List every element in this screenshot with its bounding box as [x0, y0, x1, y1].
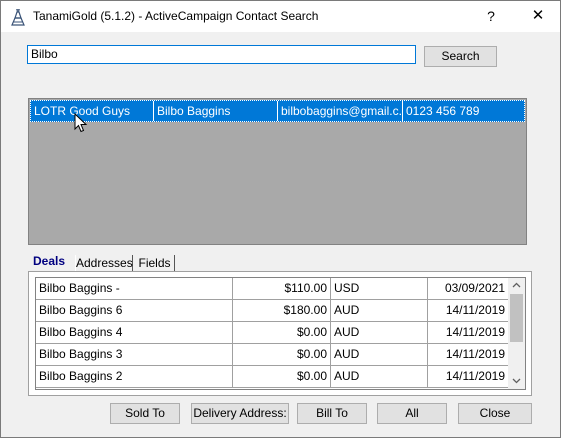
table-row[interactable]: Bilbo Baggins 2 $0.00 AUD 14/11/2019	[36, 366, 508, 388]
close-button[interactable]: Close	[458, 403, 532, 424]
tower-icon	[11, 9, 25, 26]
deal-currency-cell: AUD	[331, 322, 428, 343]
results-list[interactable]: LOTR Good Guys Bilbo Baggins bilbobaggin…	[28, 98, 527, 245]
table-row[interactable]: Bilbo Baggins 4 $0.00 AUD 14/11/2019	[36, 322, 508, 344]
search-button[interactable]: Search	[424, 46, 497, 67]
bill-to-button[interactable]: Bill To	[297, 403, 367, 424]
deal-date-cell: 14/11/2019	[445, 303, 505, 317]
table-row[interactable]: Bilbo Baggins - $110.00 USD 03/09/2021	[36, 278, 508, 300]
deal-amount-cell: $0.00	[233, 366, 331, 387]
window-title: TanamiGold (5.1.2) - ActiveCampaign Cont…	[33, 9, 319, 23]
deal-title-cell: Bilbo Baggins 2	[36, 366, 233, 387]
results-row-selected[interactable]: LOTR Good Guys Bilbo Baggins bilbobaggin…	[30, 100, 525, 122]
deal-date-cell: 03/09/2021	[444, 281, 505, 295]
tab-addresses[interactable]: Addresses	[75, 255, 133, 272]
deal-title-cell: Bilbo Baggins -	[36, 278, 233, 299]
chevron-up-icon[interactable]	[508, 278, 525, 293]
title-bar: TanamiGold (5.1.2) - ActiveCampaign Cont…	[1, 1, 560, 32]
vertical-scrollbar[interactable]	[508, 278, 525, 389]
deal-amount-cell: $0.00	[233, 344, 331, 365]
deal-title-cell: Bilbo Baggins 4	[36, 322, 233, 343]
result-email-cell: bilbobaggins@gmail.c...	[278, 101, 403, 121]
deal-amount-cell: $110.00	[233, 278, 331, 299]
dialog-window: TanamiGold (5.1.2) - ActiveCampaign Cont…	[0, 0, 561, 438]
deal-currency-cell: USD	[331, 278, 428, 299]
tab-deals[interactable]: Deals	[28, 252, 70, 271]
result-name-cell: Bilbo Baggins	[154, 101, 278, 121]
all-button[interactable]: All	[377, 403, 447, 424]
deal-date-cell: 14/11/2019	[445, 347, 505, 361]
deal-currency-cell: AUD	[331, 366, 428, 387]
table-row[interactable]: Bilbo Baggins 3 $0.00 AUD 14/11/2019	[36, 344, 508, 366]
deals-table[interactable]: Bilbo Baggins - $110.00 USD 03/09/2021 B…	[35, 277, 526, 390]
help-button[interactable]: ?	[481, 6, 501, 26]
deal-amount-cell: $0.00	[233, 322, 331, 343]
sold-to-button[interactable]: Sold To	[110, 403, 180, 424]
deal-title-cell: Bilbo Baggins 3	[36, 344, 233, 365]
deal-date-cell: 14/11/2019	[445, 325, 505, 339]
deals-panel: Bilbo Baggins - $110.00 USD 03/09/2021 B…	[28, 271, 532, 396]
deal-currency-cell: AUD	[331, 344, 428, 365]
table-row[interactable]: Bilbo Baggins 6 $180.00 AUD 14/11/2019	[36, 300, 508, 322]
chevron-down-icon[interactable]	[508, 374, 525, 389]
search-input[interactable]	[27, 45, 416, 64]
scrollbar-thumb[interactable]	[510, 294, 523, 342]
delivery-address-button[interactable]: Delivery Address:	[191, 403, 289, 424]
deal-title-cell: Bilbo Baggins 6	[36, 300, 233, 321]
mouse-pointer-icon	[74, 113, 88, 133]
result-phone-cell: 0123 456 789	[406, 104, 480, 118]
tab-fields[interactable]: Fields	[135, 255, 175, 272]
deal-amount-cell: $180.00	[233, 300, 331, 321]
deal-currency-cell: AUD	[331, 300, 428, 321]
close-window-button[interactable]: ✕	[528, 6, 548, 26]
result-list-cell: LOTR Good Guys	[31, 101, 154, 121]
deal-date-cell: 14/11/2019	[445, 369, 505, 383]
